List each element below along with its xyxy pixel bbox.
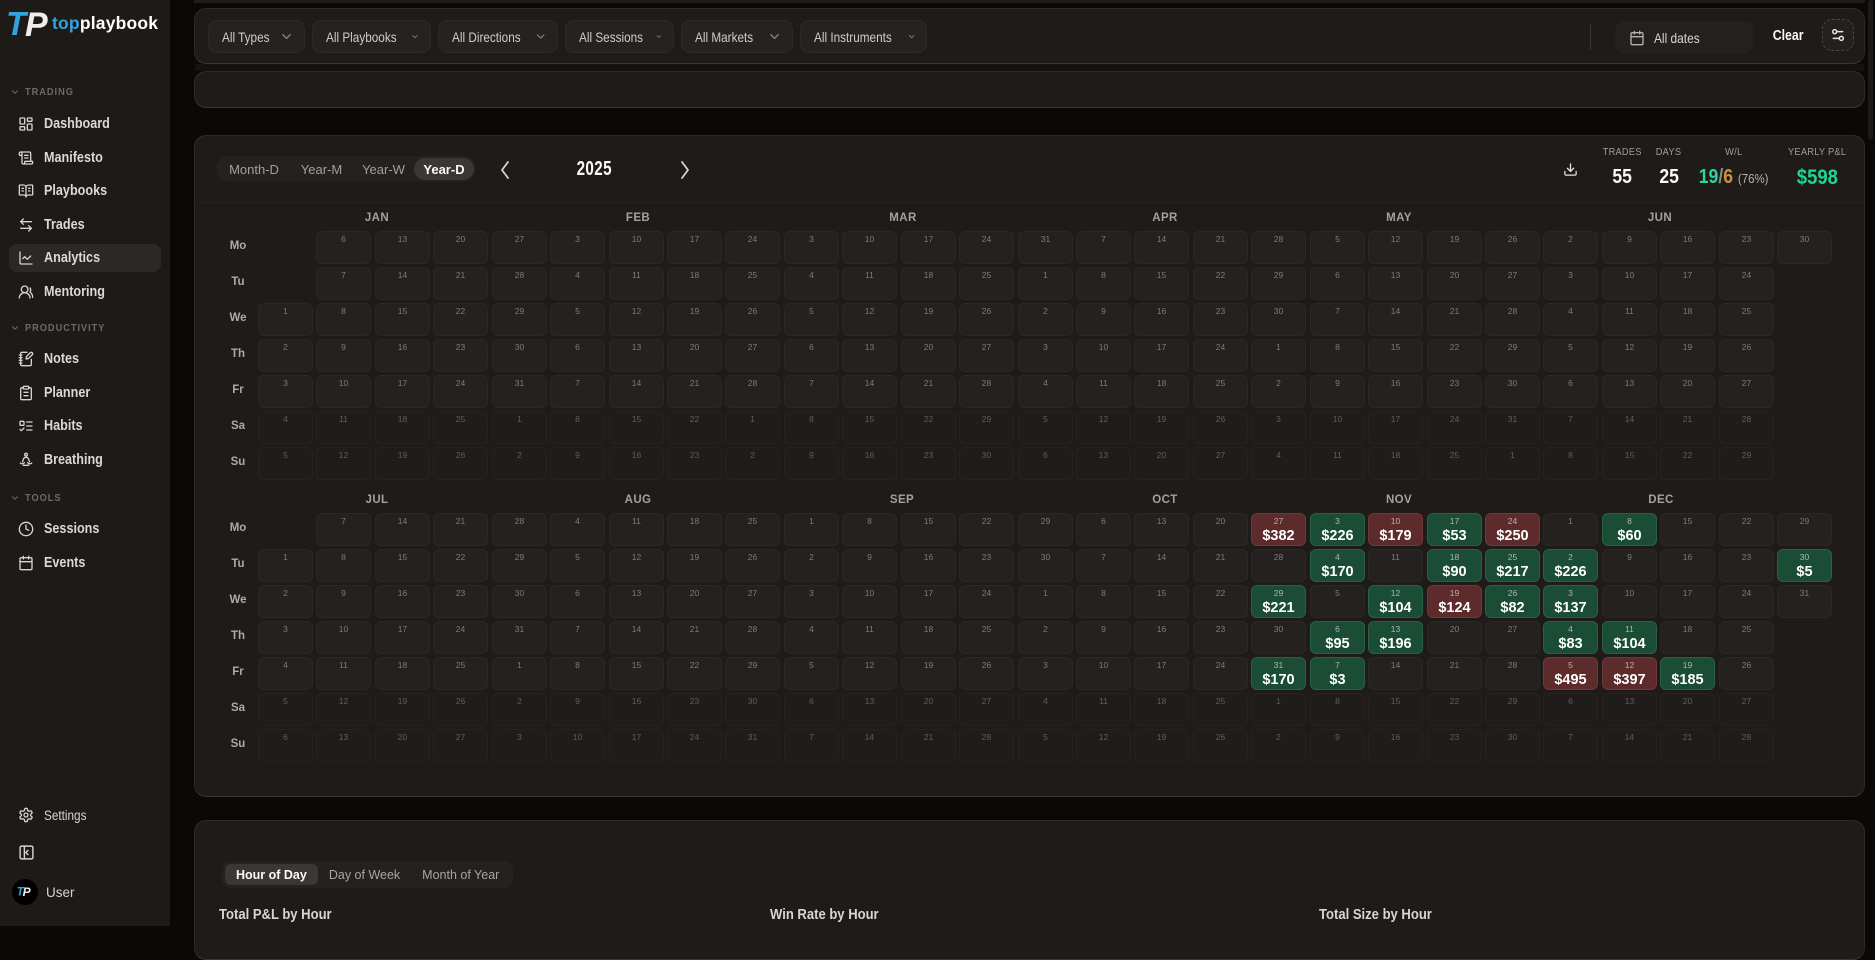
svg-text:T: T	[8, 6, 29, 40]
svg-text:P: P	[25, 6, 48, 40]
svg-text:P: P	[23, 885, 32, 899]
svg-text:T: T	[17, 886, 25, 899]
